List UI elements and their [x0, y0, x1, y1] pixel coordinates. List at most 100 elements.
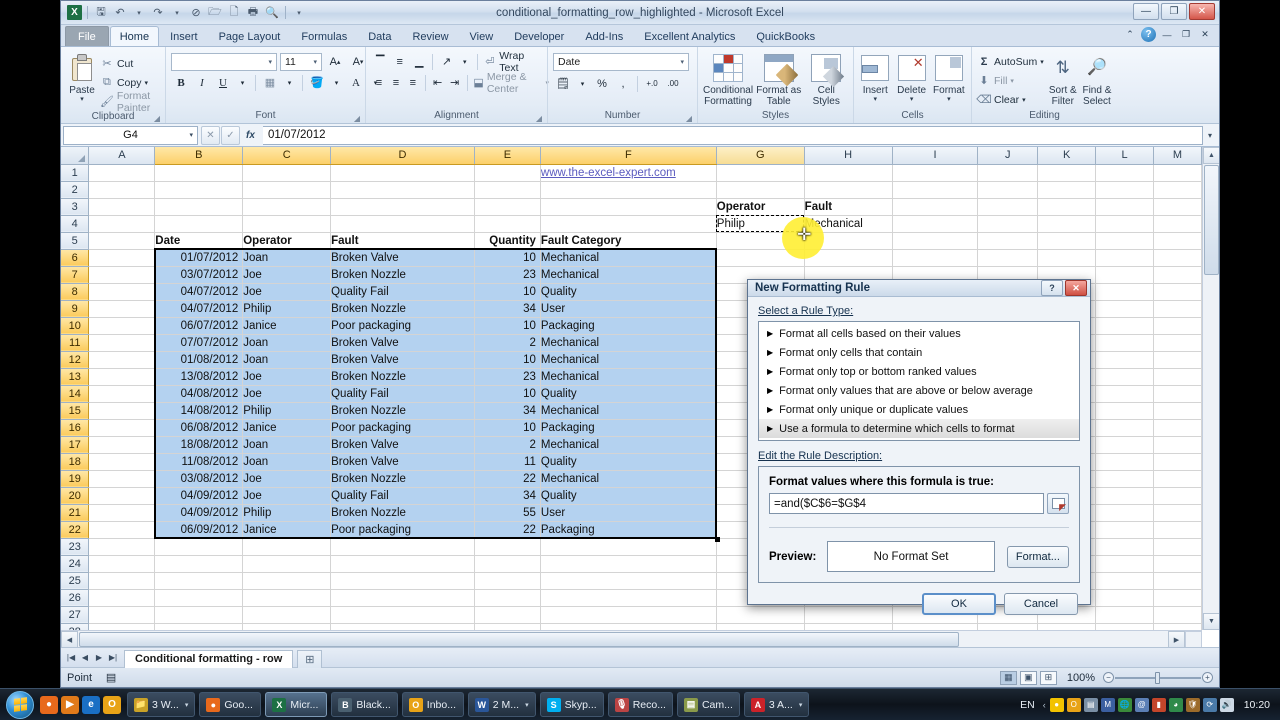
cell-I6[interactable]	[892, 249, 979, 267]
cell-I5[interactable]	[892, 232, 979, 250]
copy-dropdown-icon[interactable]: ▾	[144, 79, 148, 87]
cell-D11[interactable]: Broken Valve	[330, 334, 475, 352]
scroll-right-button[interactable]: ▶	[1168, 631, 1185, 647]
ribbon-tabs[interactable]: File Home Insert Page Layout Formulas Data Rev…	[61, 25, 1219, 47]
cell-E13[interactable]: 23	[474, 368, 541, 386]
language-indicator[interactable]: EN	[1020, 699, 1035, 711]
cell-C28[interactable]	[242, 623, 332, 630]
media-player-icon[interactable]: ▶	[61, 695, 79, 714]
format-cells-button[interactable]: Format ▾	[932, 51, 966, 104]
insert-dropdown-icon[interactable]: ▾	[873, 96, 877, 104]
cell-L28[interactable]	[1095, 623, 1154, 630]
network-tray-icon[interactable]: ▤	[1083, 697, 1098, 712]
cell-C14[interactable]: Joe	[242, 385, 332, 403]
column-header-K[interactable]: K	[1037, 147, 1097, 165]
cell-E11[interactable]: 2	[474, 334, 541, 352]
cell-A11[interactable]	[88, 334, 156, 352]
italic-button[interactable]: I	[192, 73, 212, 92]
cell-M28[interactable]	[1153, 623, 1202, 630]
zoom-slider[interactable]: − +	[1103, 671, 1213, 685]
cell-E4[interactable]	[474, 215, 541, 233]
cell-C21[interactable]: Philip	[242, 504, 332, 522]
cell-D6[interactable]: Broken Valve	[330, 249, 475, 267]
start-button[interactable]	[6, 690, 34, 719]
cell-H3[interactable]: Fault	[804, 198, 893, 216]
cell-M10[interactable]	[1153, 317, 1202, 335]
excel-logo-icon[interactable]: X	[67, 5, 82, 20]
system-tray[interactable]: EN ‹ ● O ▤ M 🌐 @ ▮ ◕ 🛡 ⟳ 🔊 10:20	[1020, 697, 1276, 712]
taskbar-item-caret-icon[interactable]: ▾	[185, 701, 189, 709]
taskbar-item-5[interactable]: O Inbo...	[401, 692, 464, 717]
autosum-button[interactable]: Σ AutoSum ▾	[977, 52, 1044, 71]
cell-L24[interactable]	[1095, 555, 1154, 573]
cell-A8[interactable]	[88, 283, 156, 301]
internet-explorer-icon[interactable]: e	[82, 695, 100, 714]
number-format-select[interactable]: Date ▾	[553, 53, 689, 71]
cell-F14[interactable]: Quality	[540, 385, 717, 403]
cell-E3[interactable]	[474, 198, 541, 216]
align-left-button[interactable]: ≡	[371, 73, 387, 92]
cell-M3[interactable]	[1153, 198, 1202, 216]
dialog-help-button[interactable]: ?	[1041, 280, 1063, 296]
rule-type-option-4[interactable]: ▶ Format only values that are above or be…	[759, 381, 1079, 400]
range-selector-icon[interactable]: ◤	[1047, 493, 1069, 514]
cell-D19[interactable]: Broken Nozzle	[330, 470, 475, 488]
clear-button[interactable]: ⌫ Clear ▾	[976, 90, 1044, 109]
column-header-I[interactable]: I	[892, 147, 979, 165]
format-as-table-button[interactable]: Format as Table	[755, 51, 802, 107]
increase-decimal-button[interactable]: +.0	[642, 74, 662, 93]
column-header-C[interactable]: C	[242, 147, 332, 165]
cell-D5[interactable]: Fault	[330, 232, 475, 250]
row-header-16[interactable]: 16	[61, 419, 90, 437]
cell-C1[interactable]	[242, 164, 332, 182]
borders-dropdown-icon[interactable]: ▾	[281, 73, 298, 92]
row-header-6[interactable]: 6	[61, 249, 90, 267]
cell-L9[interactable]	[1095, 300, 1154, 318]
align-right-button[interactable]: ≡	[405, 73, 421, 92]
cell-M9[interactable]	[1153, 300, 1202, 318]
cell-M20[interactable]	[1153, 487, 1202, 505]
normal-view-button[interactable]: ▦	[999, 670, 1017, 685]
workbook-restore-icon[interactable]: ❐	[1178, 27, 1194, 42]
font-size-select[interactable]: 11 ▾	[280, 52, 322, 71]
underline-button[interactable]: U	[213, 73, 233, 92]
cell-A9[interactable]	[88, 300, 156, 318]
cell-D9[interactable]: Broken Nozzle	[330, 300, 475, 318]
first-sheet-button[interactable]: |◀	[64, 650, 78, 665]
conditional-formatting-button[interactable]: Conditional Formatting	[703, 51, 753, 107]
cell-A27[interactable]	[88, 606, 156, 624]
cell-F27[interactable]	[540, 606, 717, 624]
row-header-15[interactable]: 15	[61, 402, 90, 420]
cell-C4[interactable]	[242, 215, 332, 233]
row-header-1[interactable]: 1	[61, 164, 90, 182]
cell-B11[interactable]: 07/07/2012	[154, 334, 244, 352]
cell-H2[interactable]	[804, 181, 893, 199]
row-header-18[interactable]: 18	[61, 453, 90, 471]
paste-dropdown-icon[interactable]: ▾	[80, 96, 84, 104]
cell-D27[interactable]	[330, 606, 475, 624]
cell-I1[interactable]	[892, 164, 979, 182]
cell-I4[interactable]	[892, 215, 979, 233]
column-header-J[interactable]: J	[977, 147, 1039, 165]
cell-E2[interactable]	[474, 181, 541, 199]
cell-A7[interactable]	[88, 266, 156, 284]
ribbon-tab-review[interactable]: Review	[402, 26, 458, 46]
cell-E17[interactable]: 2	[474, 436, 541, 454]
cell-A2[interactable]	[88, 181, 156, 199]
cell-D16[interactable]: Poor packaging	[330, 419, 475, 437]
column-header-L[interactable]: L	[1095, 147, 1154, 165]
zoom-in-button[interactable]: +	[1202, 672, 1213, 683]
row-header-2[interactable]: 2	[61, 181, 90, 199]
cell-E1[interactable]	[474, 164, 541, 182]
row-header-17[interactable]: 17	[61, 436, 90, 454]
bold-button[interactable]: B	[171, 73, 191, 92]
at-tray-icon[interactable]: @	[1134, 697, 1149, 712]
number-dialog-launcher[interactable]: ◢	[686, 114, 692, 123]
restore-button[interactable]: ❐	[1161, 3, 1187, 20]
column-header-G[interactable]: G	[716, 147, 805, 165]
rule-formula-input[interactable]: =and($C$6=$G$4	[769, 493, 1044, 514]
cell-A4[interactable]	[88, 215, 156, 233]
cell-K4[interactable]	[1037, 215, 1097, 233]
cell-D23[interactable]	[330, 538, 475, 556]
alignment-dialog-launcher[interactable]: ◢	[536, 114, 542, 123]
